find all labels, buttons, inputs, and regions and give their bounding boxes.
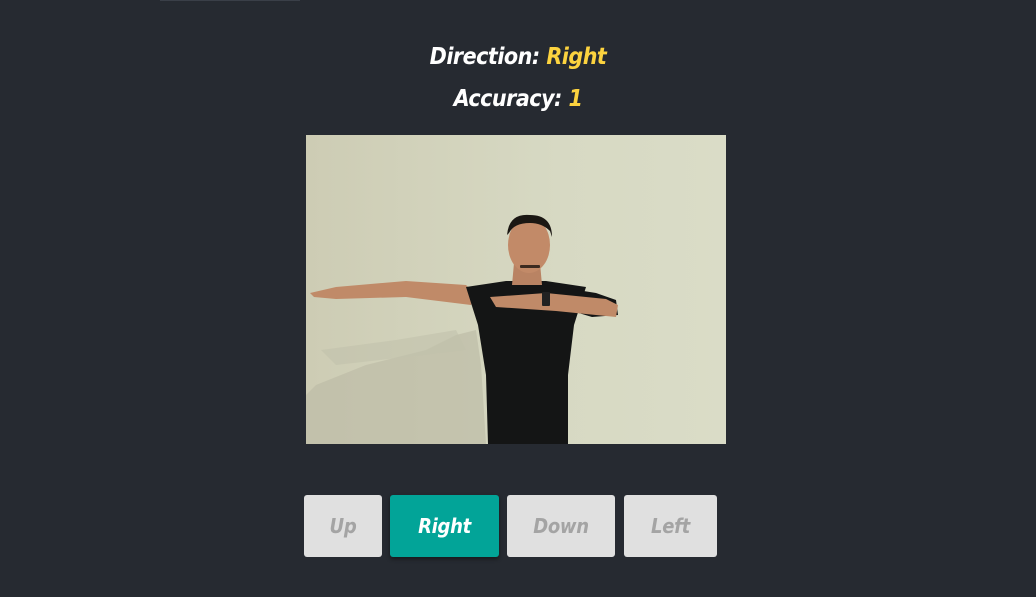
right-button[interactable]: Right xyxy=(390,495,499,557)
down-button-label: Down xyxy=(533,514,589,538)
direction-readout: Direction: Right xyxy=(0,44,1036,70)
top-divider xyxy=(160,0,300,1)
down-button[interactable]: Down xyxy=(507,495,615,557)
right-button-label: Right xyxy=(418,514,471,538)
webcam-image xyxy=(306,135,726,444)
up-button[interactable]: Up xyxy=(304,495,382,557)
direction-label: Direction: xyxy=(429,44,541,70)
accuracy-readout: Accuracy: 1 xyxy=(0,86,1036,112)
left-button-label: Left xyxy=(651,514,690,538)
direction-value: Right xyxy=(546,44,607,70)
webcam-feed xyxy=(306,135,726,444)
accuracy-value: 1 xyxy=(568,86,583,112)
accuracy-label: Accuracy: xyxy=(453,86,563,112)
left-button[interactable]: Left xyxy=(624,495,717,557)
up-button-label: Up xyxy=(329,514,357,538)
